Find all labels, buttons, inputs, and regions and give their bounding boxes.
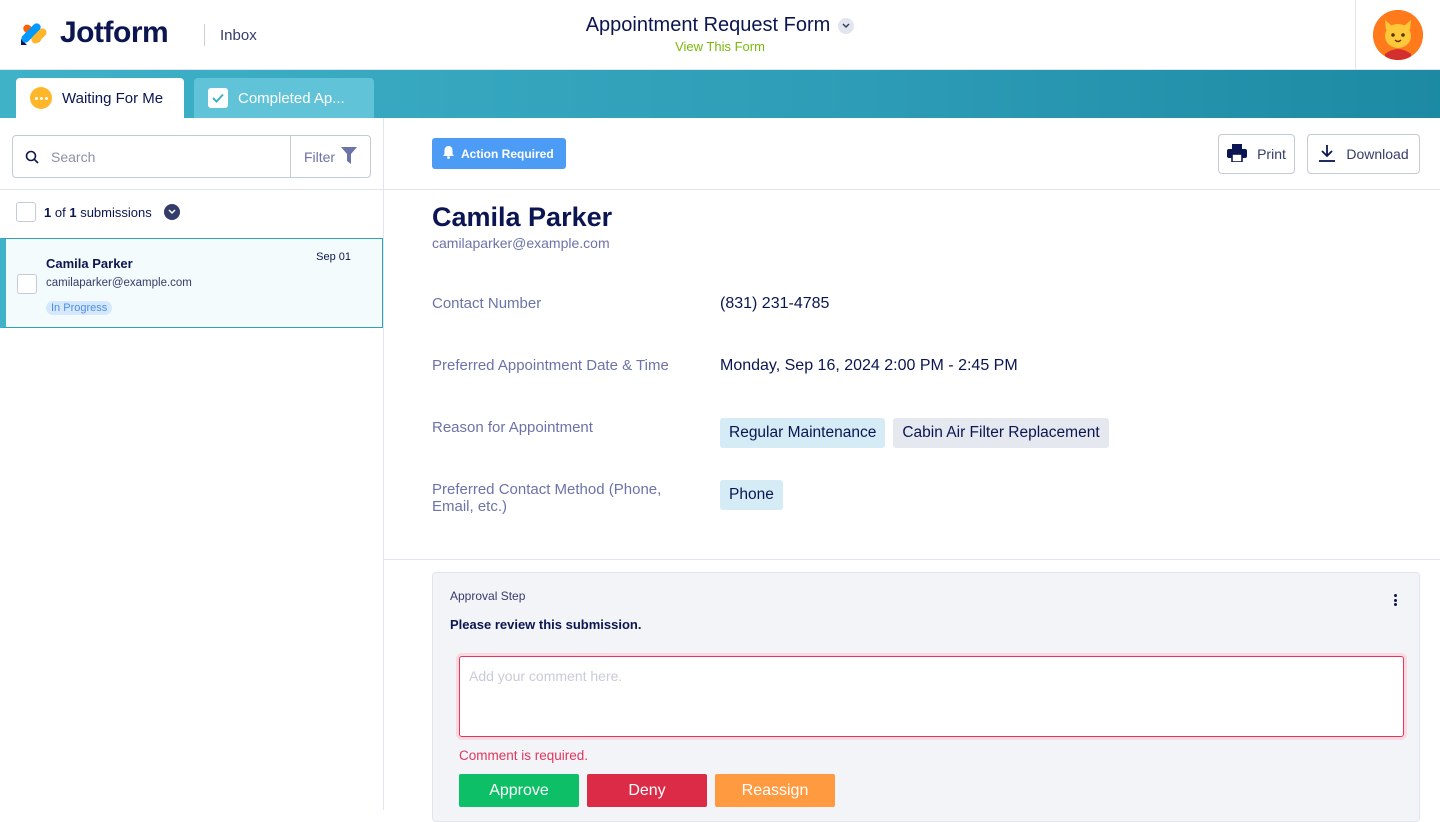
select-all-checkbox[interactable] xyxy=(16,202,36,222)
download-icon xyxy=(1318,144,1336,165)
submission-email: camilaparker@example.com xyxy=(46,277,192,289)
approval-step-title: Approval Step xyxy=(450,589,526,603)
tab-label: Waiting For Me xyxy=(62,89,164,107)
download-label: Download xyxy=(1346,146,1409,162)
bell-icon xyxy=(442,145,455,162)
submission-detail: Action Required Print Download Camila Pa… xyxy=(384,118,1440,822)
submission-name: Camila Parker xyxy=(46,256,133,271)
submitter-name: Camila Parker xyxy=(432,202,613,232)
reason-chip: Regular Maintenance xyxy=(720,418,886,448)
deny-button[interactable]: Deny xyxy=(587,774,707,807)
filter-button[interactable]: Filter xyxy=(290,136,370,177)
check-icon xyxy=(208,88,228,108)
search-bar: Filter xyxy=(12,135,371,178)
comment-input[interactable] xyxy=(459,656,1404,737)
list-item[interactable]: Camila Parker camilaparker@example.com S… xyxy=(0,238,383,328)
filter-label: Filter xyxy=(303,148,336,165)
submission-checkbox[interactable] xyxy=(17,274,37,294)
submitter-email: camilaparker@example.com xyxy=(432,235,610,251)
divider xyxy=(384,559,1440,560)
submission-count: 1 of 1 submissions xyxy=(44,204,152,220)
tab-label: Completed Ap... xyxy=(238,89,345,107)
search-icon xyxy=(13,136,51,177)
reassign-button[interactable]: Reassign xyxy=(715,774,835,807)
detail-toolbar: Action Required Print Download xyxy=(384,118,1440,190)
approval-step-panel: Approval Step Please review this submiss… xyxy=(432,572,1420,822)
inbox-tab-bar: Waiting For Me Completed Ap... xyxy=(0,70,1440,118)
submission-date: Sep 01 xyxy=(316,251,351,263)
dots-icon xyxy=(30,87,52,109)
form-title-dropdown[interactable]: Appointment Request Form xyxy=(586,14,855,37)
form-title: Appointment Request Form xyxy=(585,14,831,36)
printer-icon xyxy=(1227,143,1248,165)
field-value-preferred-datetime: Monday, Sep 16, 2024 2:00 PM - 2:45 PM xyxy=(720,357,1018,374)
approval-message: Please review this submission. xyxy=(450,617,642,632)
download-button[interactable]: Download xyxy=(1307,134,1420,174)
filter-icon xyxy=(341,146,358,167)
view-form-link[interactable]: View This Form xyxy=(0,39,1440,54)
form-title-area: Appointment Request Form View This Form xyxy=(0,14,1440,54)
approve-button[interactable]: Approve xyxy=(459,774,579,807)
field-value-contact-method: Phone xyxy=(720,480,791,510)
print-label: Print xyxy=(1257,146,1286,162)
field-label-contact-method: Preferred Contact Method (Phone, Email, … xyxy=(432,481,662,515)
field-label-contact-number: Contact Number xyxy=(432,295,542,312)
submissions-sidebar: Filter 1 of 1 submissions Camila Parker … xyxy=(0,118,384,810)
avatar xyxy=(1373,10,1423,60)
field-value-reason: Regular Maintenance Cabin Air Filter Rep… xyxy=(720,418,1117,448)
tab-waiting-for-me[interactable]: Waiting For Me xyxy=(16,78,184,118)
field-label-preferred-datetime: Preferred Appointment Date & Time xyxy=(432,357,669,374)
field-label-reason: Reason for Appointment xyxy=(432,419,593,436)
action-required-badge: Action Required xyxy=(432,138,566,169)
search-input[interactable] xyxy=(51,141,291,172)
top-header: Jotform Inbox Appointment Request Form V… xyxy=(0,0,1440,70)
contact-method-chip: Phone xyxy=(720,480,783,510)
more-options-icon[interactable] xyxy=(1389,591,1401,609)
divider xyxy=(0,189,383,190)
reason-chip: Cabin Air Filter Replacement xyxy=(893,418,1109,448)
action-required-label: Action Required xyxy=(461,146,554,161)
field-value-contact-number: (831) 231-4785 xyxy=(720,295,830,312)
user-menu[interactable] xyxy=(1355,0,1440,70)
submission-count-row: 1 of 1 submissions xyxy=(16,202,180,222)
status-badge: In Progress xyxy=(46,301,113,315)
chevron-down-icon[interactable] xyxy=(163,204,180,220)
print-button[interactable]: Print xyxy=(1218,134,1295,174)
tab-completed-approvals[interactable]: Completed Ap... xyxy=(194,78,374,118)
comment-error-message: Comment is required. xyxy=(459,748,589,763)
chevron-down-icon xyxy=(838,17,855,34)
